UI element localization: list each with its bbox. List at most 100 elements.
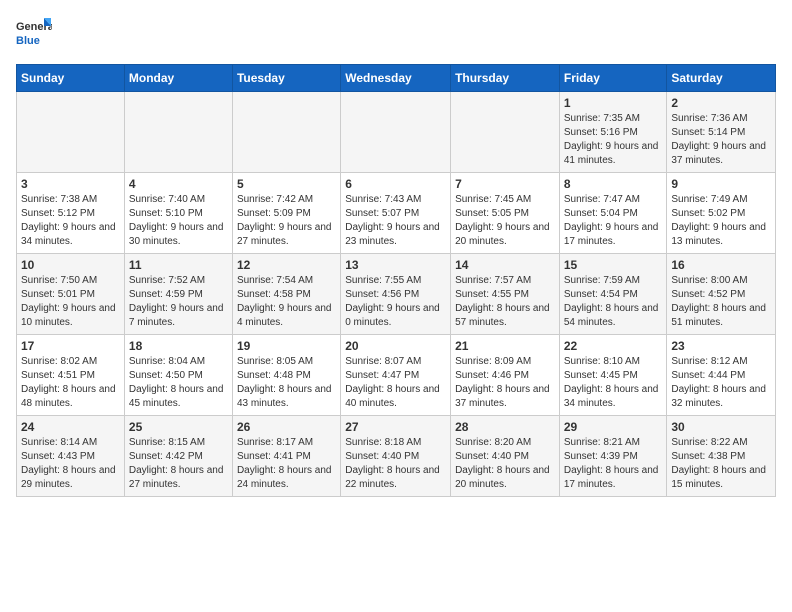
logo-svg: General Blue <box>16 16 52 52</box>
day-info: Sunrise: 8:04 AM Sunset: 4:50 PM Dayligh… <box>129 355 228 411</box>
day-cell: 24 Sunrise: 8:14 AM Sunset: 4:43 PM Dayli… <box>17 416 125 497</box>
day-info: Sunrise: 7:40 AM Sunset: 5:10 PM Dayligh… <box>129 193 228 249</box>
day-info: Sunrise: 7:47 AM Sunset: 5:04 PM Dayligh… <box>564 193 663 249</box>
col-header-friday: Friday <box>559 65 667 92</box>
day-number: 27 <box>345 420 446 434</box>
day-cell: 7 Sunrise: 7:45 AM Sunset: 5:05 PM Daylig… <box>451 173 560 254</box>
day-cell: 14 Sunrise: 7:57 AM Sunset: 4:55 PM Dayli… <box>451 254 560 335</box>
day-number: 28 <box>455 420 555 434</box>
day-info: Sunrise: 7:50 AM Sunset: 5:01 PM Dayligh… <box>21 274 120 330</box>
week-row-2: 3 Sunrise: 7:38 AM Sunset: 5:12 PM Daylig… <box>17 173 776 254</box>
week-row-3: 10 Sunrise: 7:50 AM Sunset: 5:01 PM Dayli… <box>17 254 776 335</box>
day-cell: 11Sunrise: 7:52 AM Sunset: 4:59 PM Dayli… <box>124 254 232 335</box>
day-cell: 15 Sunrise: 7:59 AM Sunset: 4:54 PM Dayli… <box>559 254 667 335</box>
day-cell <box>451 92 560 173</box>
day-info: Sunrise: 7:36 AM Sunset: 5:14 PM Dayligh… <box>671 112 771 168</box>
day-number: 23 <box>671 339 771 353</box>
day-info: Sunrise: 7:54 AM Sunset: 4:58 PM Dayligh… <box>237 274 336 330</box>
day-info: Sunrise: 7:57 AM Sunset: 4:55 PM Dayligh… <box>455 274 555 330</box>
day-number: 29 <box>564 420 663 434</box>
day-info: Sunrise: 8:20 AM Sunset: 4:40 PM Dayligh… <box>455 436 555 492</box>
day-cell: 26Sunrise: 8:17 AM Sunset: 4:41 PM Dayli… <box>232 416 340 497</box>
day-cell: 2 Sunrise: 7:36 AM Sunset: 5:14 PM Daylig… <box>667 92 776 173</box>
day-cell: 30 Sunrise: 8:22 AM Sunset: 4:38 PM Dayli… <box>667 416 776 497</box>
day-info: Sunrise: 7:49 AM Sunset: 5:02 PM Dayligh… <box>671 193 771 249</box>
day-info: Sunrise: 8:09 AM Sunset: 4:46 PM Dayligh… <box>455 355 555 411</box>
day-number: 10 <box>21 258 120 272</box>
day-info: Sunrise: 8:18 AM Sunset: 4:40 PM Dayligh… <box>345 436 446 492</box>
day-cell: 4 Sunrise: 7:40 AM Sunset: 5:10 PM Daylig… <box>124 173 232 254</box>
day-cell: 19Sunrise: 8:05 AM Sunset: 4:48 PM Dayli… <box>232 335 340 416</box>
day-number: 4 <box>129 177 228 191</box>
logo: General Blue <box>16 16 52 52</box>
day-number: 7 <box>455 177 555 191</box>
day-number: 6 <box>345 177 446 191</box>
day-cell: 28 Sunrise: 8:20 AM Sunset: 4:40 PM Dayli… <box>451 416 560 497</box>
day-cell <box>232 92 340 173</box>
col-header-wednesday: Wednesday <box>341 65 451 92</box>
day-info: Sunrise: 8:02 AM Sunset: 4:51 PM Dayligh… <box>21 355 120 411</box>
day-number: 25 <box>129 420 228 434</box>
day-number: 1 <box>564 96 663 110</box>
day-info: Sunrise: 7:52 AM Sunset: 4:59 PM Dayligh… <box>129 274 228 330</box>
week-row-5: 24 Sunrise: 8:14 AM Sunset: 4:43 PM Dayli… <box>17 416 776 497</box>
day-number: 14 <box>455 258 555 272</box>
day-cell: 13 Sunrise: 7:55 AM Sunset: 4:56 PM Dayli… <box>341 254 451 335</box>
page: General Blue SundayMondayTuesdayWednesda… <box>0 0 792 513</box>
day-cell <box>124 92 232 173</box>
col-header-monday: Monday <box>124 65 232 92</box>
day-cell: 1Sunrise: 7:35 AM Sunset: 5:16 PM Daylig… <box>559 92 667 173</box>
day-cell: 20 Sunrise: 8:07 AM Sunset: 4:47 PM Dayli… <box>341 335 451 416</box>
day-info: Sunrise: 8:15 AM Sunset: 4:42 PM Dayligh… <box>129 436 228 492</box>
day-number: 24 <box>21 420 120 434</box>
day-number: 12 <box>237 258 336 272</box>
day-info: Sunrise: 8:22 AM Sunset: 4:38 PM Dayligh… <box>671 436 771 492</box>
day-number: 8 <box>564 177 663 191</box>
day-number: 2 <box>671 96 771 110</box>
day-cell <box>341 92 451 173</box>
day-cell: 12 Sunrise: 7:54 AM Sunset: 4:58 PM Dayli… <box>232 254 340 335</box>
day-number: 22 <box>564 339 663 353</box>
col-header-thursday: Thursday <box>451 65 560 92</box>
col-header-tuesday: Tuesday <box>232 65 340 92</box>
day-cell: 3 Sunrise: 7:38 AM Sunset: 5:12 PM Daylig… <box>17 173 125 254</box>
day-number: 20 <box>345 339 446 353</box>
day-info: Sunrise: 8:05 AM Sunset: 4:48 PM Dayligh… <box>237 355 336 411</box>
day-cell: 25 Sunrise: 8:15 AM Sunset: 4:42 PM Dayli… <box>124 416 232 497</box>
day-number: 26 <box>237 420 336 434</box>
day-cell: 8 Sunrise: 7:47 AM Sunset: 5:04 PM Daylig… <box>559 173 667 254</box>
day-cell: 5 Sunrise: 7:42 AM Sunset: 5:09 PM Daylig… <box>232 173 340 254</box>
day-cell: 18Sunrise: 8:04 AM Sunset: 4:50 PM Dayli… <box>124 335 232 416</box>
day-number: 5 <box>237 177 336 191</box>
day-info: Sunrise: 7:38 AM Sunset: 5:12 PM Dayligh… <box>21 193 120 249</box>
day-cell: 29 Sunrise: 8:21 AM Sunset: 4:39 PM Dayli… <box>559 416 667 497</box>
day-info: Sunrise: 8:07 AM Sunset: 4:47 PM Dayligh… <box>345 355 446 411</box>
day-cell: 10 Sunrise: 7:50 AM Sunset: 5:01 PM Dayli… <box>17 254 125 335</box>
col-header-sunday: Sunday <box>17 65 125 92</box>
day-number: 15 <box>564 258 663 272</box>
day-info: Sunrise: 8:14 AM Sunset: 4:43 PM Dayligh… <box>21 436 120 492</box>
day-info: Sunrise: 7:55 AM Sunset: 4:56 PM Dayligh… <box>345 274 446 330</box>
day-cell: 22 Sunrise: 8:10 AM Sunset: 4:45 PM Dayli… <box>559 335 667 416</box>
day-cell: 17Sunrise: 8:02 AM Sunset: 4:51 PM Dayli… <box>17 335 125 416</box>
header-row: SundayMondayTuesdayWednesdayThursdayFrid… <box>17 65 776 92</box>
day-number: 13 <box>345 258 446 272</box>
day-number: 21 <box>455 339 555 353</box>
svg-text:Blue: Blue <box>16 35 40 47</box>
day-info: Sunrise: 8:00 AM Sunset: 4:52 PM Dayligh… <box>671 274 771 330</box>
day-info: Sunrise: 8:21 AM Sunset: 4:39 PM Dayligh… <box>564 436 663 492</box>
calendar: SundayMondayTuesdayWednesdayThursdayFrid… <box>16 64 776 497</box>
day-info: Sunrise: 7:45 AM Sunset: 5:05 PM Dayligh… <box>455 193 555 249</box>
day-cell: 21 Sunrise: 8:09 AM Sunset: 4:46 PM Dayli… <box>451 335 560 416</box>
day-number: 3 <box>21 177 120 191</box>
week-row-4: 17Sunrise: 8:02 AM Sunset: 4:51 PM Dayli… <box>17 335 776 416</box>
day-cell: 9Sunrise: 7:49 AM Sunset: 5:02 PM Daylig… <box>667 173 776 254</box>
day-info: Sunrise: 7:42 AM Sunset: 5:09 PM Dayligh… <box>237 193 336 249</box>
week-row-1: 1Sunrise: 7:35 AM Sunset: 5:16 PM Daylig… <box>17 92 776 173</box>
day-info: Sunrise: 8:10 AM Sunset: 4:45 PM Dayligh… <box>564 355 663 411</box>
day-info: Sunrise: 8:12 AM Sunset: 4:44 PM Dayligh… <box>671 355 771 411</box>
header: General Blue <box>16 16 776 52</box>
col-header-saturday: Saturday <box>667 65 776 92</box>
day-info: Sunrise: 7:59 AM Sunset: 4:54 PM Dayligh… <box>564 274 663 330</box>
day-number: 30 <box>671 420 771 434</box>
